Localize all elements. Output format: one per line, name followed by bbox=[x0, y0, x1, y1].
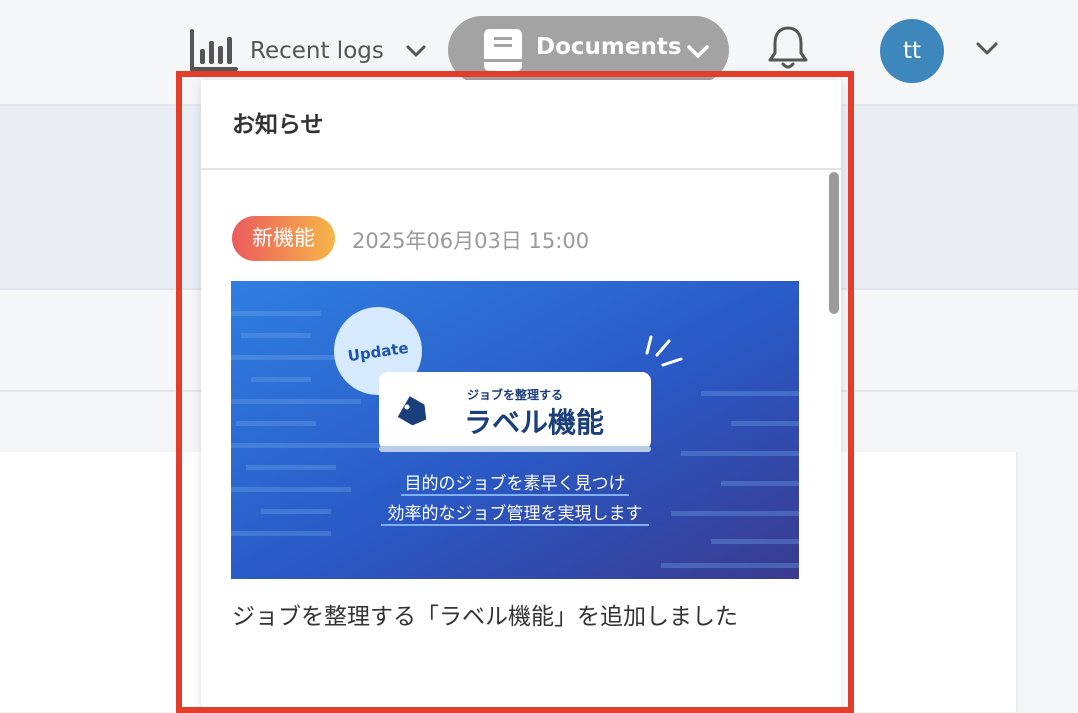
chevron-down-icon bbox=[687, 45, 709, 58]
bar-chart-icon bbox=[190, 29, 238, 71]
recent-logs-label: Recent logs bbox=[250, 38, 384, 64]
bell-icon bbox=[768, 26, 808, 69]
highlight-box bbox=[176, 71, 854, 713]
user-avatar[interactable]: tt bbox=[880, 19, 944, 83]
chevron-down-icon[interactable] bbox=[976, 42, 998, 55]
notifications-button[interactable] bbox=[766, 24, 810, 72]
document-icon bbox=[484, 29, 522, 71]
recent-logs-menu[interactable]: Recent logs bbox=[190, 24, 426, 78]
chevron-down-icon bbox=[406, 45, 426, 57]
documents-label: Documents bbox=[536, 34, 682, 60]
